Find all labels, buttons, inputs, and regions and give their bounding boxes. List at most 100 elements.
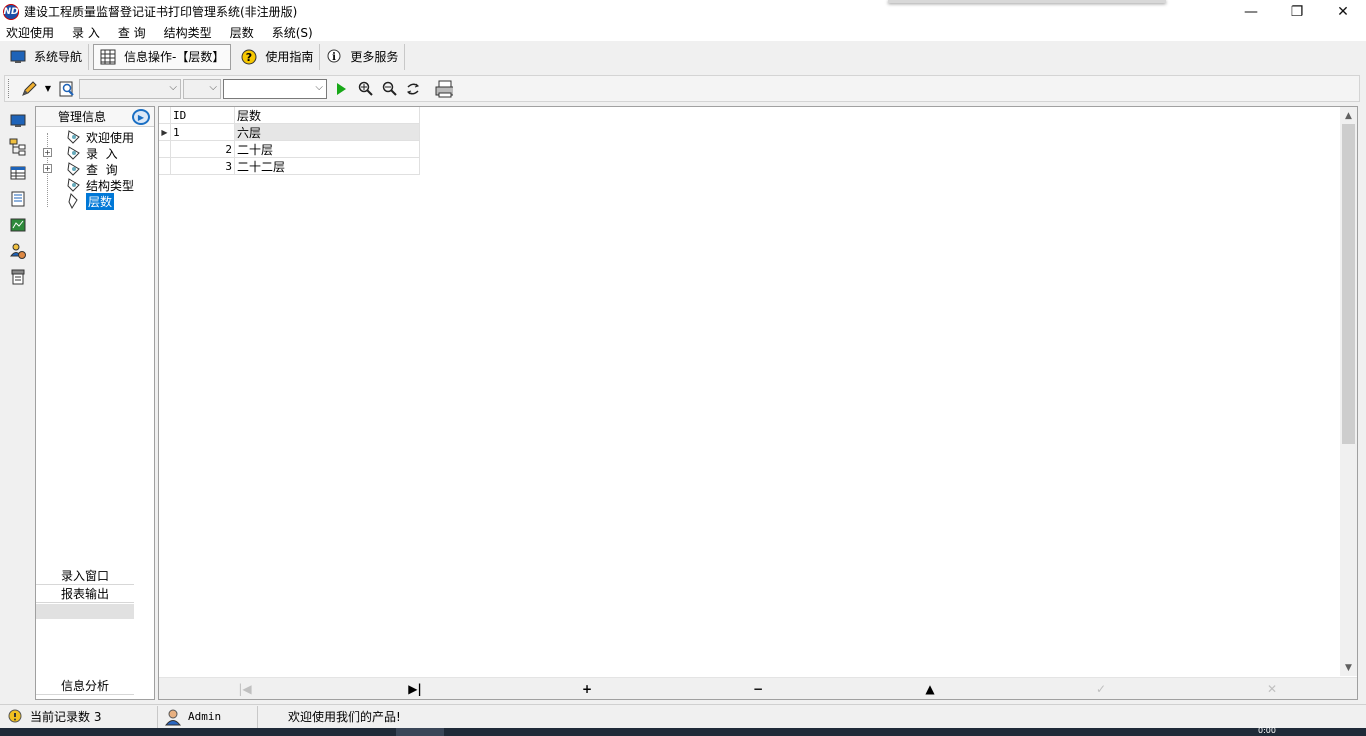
search-value-combo[interactable]: ⌵: [223, 78, 327, 99]
row-indicator: [159, 141, 171, 158]
cell-id[interactable]: 3: [171, 158, 235, 175]
user-icon: [164, 708, 182, 726]
cell-id[interactable]: 1: [171, 124, 235, 141]
taskbar-clock: 0:00: [1258, 726, 1276, 735]
chevron-down-icon: ⌵: [169, 81, 177, 93]
table-row[interactable]: ▶ 1 六层: [159, 124, 420, 141]
column-header-floors[interactable]: 层数: [235, 107, 420, 124]
panel-title: 管理信息: [57, 110, 106, 124]
collapse-icon[interactable]: ▶: [132, 109, 150, 125]
structure-icon[interactable]: [7, 136, 29, 158]
floating-window-edge: [888, 0, 1166, 3]
data-grid: ID 层数 ▶ 1 六层 2 二十层 3 二十二层: [159, 107, 420, 175]
row-indicator-header: [159, 107, 171, 124]
close-button[interactable]: ✕: [1320, 0, 1366, 23]
system-nav-button[interactable]: 系统导航: [4, 43, 90, 70]
panel-header: 管理信息 ▶: [36, 107, 154, 127]
cancel-record-icon[interactable]: ✕: [1262, 680, 1282, 698]
insert-record-icon[interactable]: +: [577, 680, 597, 698]
section-info-analysis[interactable]: 信息分析: [36, 677, 134, 695]
status-bar: 当前记录数 3 Admin 欢迎使用我们的产品!: [0, 704, 1366, 728]
user-settings-icon[interactable]: [7, 240, 29, 262]
tree-item-structure-type[interactable]: 结构类型: [36, 177, 154, 193]
tree-item-floors[interactable]: 层数: [36, 192, 154, 210]
toolbar-grip[interactable]: [8, 79, 11, 98]
table-row[interactable]: 3 二十二层: [159, 158, 420, 175]
help-icon: ?: [241, 49, 257, 65]
menu-query[interactable]: 查 询: [118, 24, 146, 41]
app-logo-icon: ND: [3, 3, 19, 20]
tree-item-query[interactable]: + 查 询: [36, 161, 154, 177]
last-record-icon[interactable]: ▶|: [405, 680, 425, 698]
info-operation-tab[interactable]: 信息操作-【层数】: [93, 43, 232, 70]
node-icon: [66, 161, 82, 177]
column-header-id[interactable]: ID: [171, 107, 235, 124]
menu-system[interactable]: 系统(S): [272, 24, 313, 41]
table-row[interactable]: 2 二十层: [159, 141, 420, 158]
cell-id[interactable]: 2: [171, 141, 235, 158]
post-record-icon[interactable]: ✓: [1091, 680, 1111, 698]
node-icon: [66, 177, 82, 193]
status-message: 欢迎使用我们的产品!: [288, 710, 401, 724]
monitor-icon: [10, 49, 26, 65]
chart-icon[interactable]: [7, 214, 29, 236]
data-grid-area: ID 层数 ▶ 1 六层 2 二十层 3 二十二层 ▲ ▼ |◀ ▶| + − …: [158, 106, 1358, 700]
delete-record-icon[interactable]: −: [748, 680, 768, 698]
grid-icon: [100, 49, 116, 65]
row-indicator: [159, 158, 171, 175]
panel-sections: 录入窗口 报表输出: [36, 567, 154, 619]
more-services-button[interactable]: i 更多服务: [320, 43, 406, 70]
section-input-window[interactable]: 录入窗口: [36, 567, 134, 585]
status-user: Admin: [158, 705, 258, 728]
scroll-thumb[interactable]: [1342, 124, 1355, 444]
menu-input[interactable]: 录 入: [72, 24, 100, 41]
filter-remove-icon[interactable]: [380, 80, 398, 98]
dropdown-arrow-icon[interactable]: ▼: [44, 80, 52, 98]
find-icon[interactable]: [58, 80, 76, 98]
expand-icon[interactable]: +: [43, 164, 52, 173]
edit-toolbar: ▼ ⌵ ⌵ ⌵: [4, 75, 1360, 102]
node-icon: [66, 129, 82, 145]
section-report-output[interactable]: 报表输出: [36, 585, 134, 603]
cell-floors[interactable]: 二十层: [235, 141, 420, 158]
printer-doc-icon[interactable]: [7, 266, 29, 288]
run-icon[interactable]: [332, 80, 350, 98]
section-selected-bar: [36, 604, 134, 619]
info-icon: i: [326, 49, 342, 65]
monitor-icon[interactable]: [7, 110, 29, 132]
vertical-scrollbar[interactable]: ▲ ▼: [1340, 107, 1357, 676]
nav-toolbar: 系统导航 信息操作-【层数】 ? 使用指南 i 更多服务: [0, 41, 1366, 72]
menu-bar: 欢迎使用 录 入 查 询 结构类型 层数 系统(S): [0, 23, 1366, 41]
menu-structure-type[interactable]: 结构类型: [164, 24, 212, 41]
taskbar-app-button[interactable]: [396, 728, 444, 736]
filter-add-icon[interactable]: [356, 80, 374, 98]
field-combo[interactable]: ⌵: [79, 78, 181, 99]
table-icon[interactable]: [7, 162, 29, 184]
window-title: 建设工程质量监督登记证书打印管理系统(非注册版): [24, 5, 298, 19]
pencil-icon[interactable]: [20, 80, 38, 98]
nav-tree: 欢迎使用 + 录 入 + 查 询 结构类型 层数: [36, 127, 154, 210]
node-icon: [66, 193, 82, 209]
tree-item-input[interactable]: + 录 入: [36, 145, 154, 161]
chevron-down-icon: ⌵: [315, 81, 323, 93]
print-icon[interactable]: [435, 80, 453, 98]
svg-text:i: i: [332, 52, 336, 63]
scroll-up-icon[interactable]: ▲: [1340, 107, 1357, 124]
restore-button[interactable]: ❐: [1274, 0, 1320, 23]
cell-floors[interactable]: 六层: [235, 124, 420, 141]
menu-floors[interactable]: 层数: [230, 24, 254, 41]
minimize-button[interactable]: —: [1228, 0, 1274, 23]
edit-record-icon[interactable]: ▲: [920, 680, 940, 698]
menu-welcome[interactable]: 欢迎使用: [6, 24, 54, 41]
document-icon[interactable]: [7, 188, 29, 210]
first-record-icon[interactable]: |◀: [235, 680, 255, 698]
cell-floors[interactable]: 二十二层: [235, 158, 420, 175]
tree-item-welcome[interactable]: 欢迎使用: [36, 129, 154, 145]
scroll-down-icon[interactable]: ▼: [1340, 659, 1357, 676]
side-icon-strip: [4, 106, 32, 700]
refresh-icon[interactable]: [404, 80, 422, 98]
expand-icon[interactable]: +: [43, 148, 52, 157]
title-bar: ND 建设工程质量监督登记证书打印管理系统(非注册版) — ❐ ✕: [0, 0, 1366, 23]
user-guide-button[interactable]: ? 使用指南: [235, 43, 321, 70]
operator-combo[interactable]: ⌵: [183, 78, 221, 99]
